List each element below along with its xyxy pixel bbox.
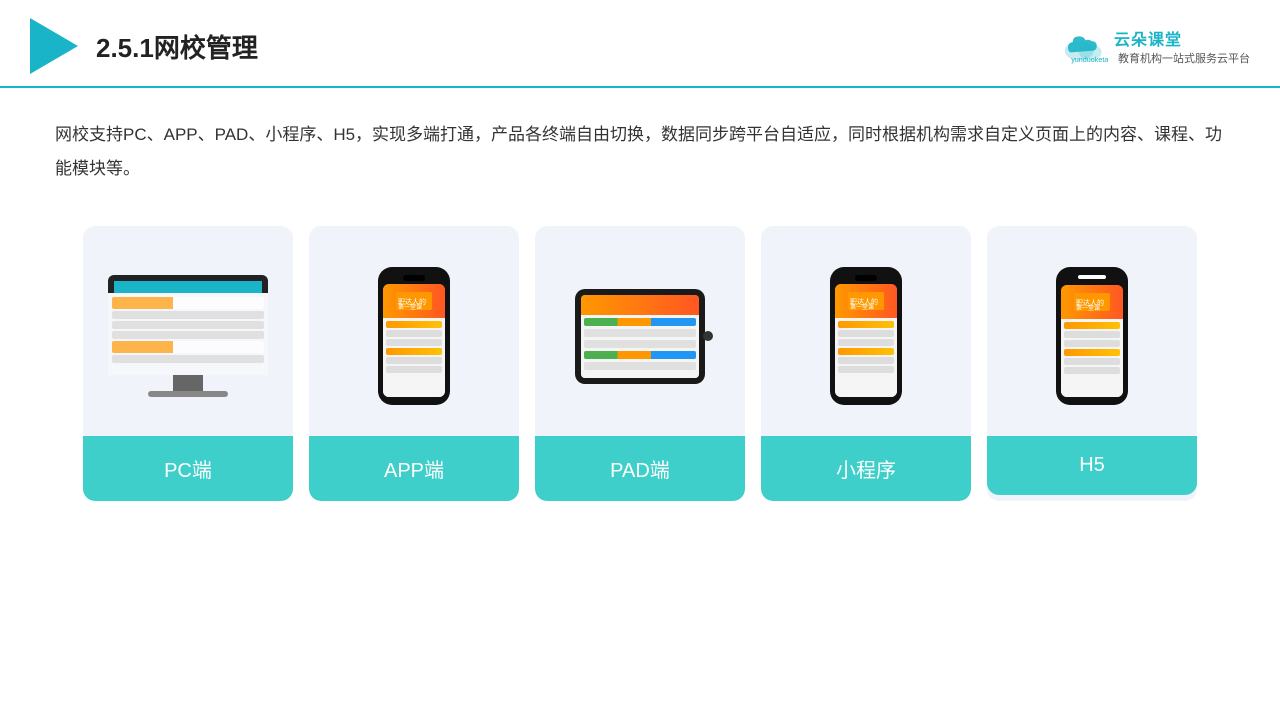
h5-notch-bar xyxy=(1078,275,1106,279)
mini-row-5 xyxy=(838,357,894,364)
card-h5: 职达人的 第一堂课 xyxy=(987,226,1197,501)
phone-row-3 xyxy=(386,339,442,346)
phone-screen-top-app: 职达人的 第一堂课 xyxy=(383,284,445,318)
pc-row-1 xyxy=(112,297,264,309)
card-app-image: 职达人的 第一堂课 xyxy=(309,226,519,436)
phone-mockup-h5: 职达人的 第一堂课 xyxy=(1056,267,1128,405)
pc-monitor xyxy=(108,275,268,375)
brand-slogan: 教育机构一站式服务云平台 xyxy=(1118,50,1250,66)
pc-row-6 xyxy=(112,355,264,363)
phone-screen-top-mini: 职达人的 第一堂课 xyxy=(835,284,897,318)
pc-row-4 xyxy=(112,331,264,339)
pc-screen xyxy=(114,281,262,369)
phone-screen-top-h5: 职达人的 第一堂课 xyxy=(1061,285,1123,319)
phone-row-1 xyxy=(386,321,442,328)
tablet-row-4 xyxy=(584,351,696,359)
phone-row-5 xyxy=(386,357,442,364)
tablet-screen-top xyxy=(581,295,699,316)
phone-row-6 xyxy=(386,366,442,373)
svg-text:第一堂课: 第一堂课 xyxy=(398,303,422,310)
svg-text:第一堂课: 第一堂课 xyxy=(1076,304,1100,311)
phone-screen-app: 职达人的 第一堂课 xyxy=(383,284,445,397)
phone-screen-mini: 职达人的 第一堂课 xyxy=(835,284,897,397)
phone-banner-mini: 职达人的 第一堂课 xyxy=(848,292,884,310)
pc-row-3 xyxy=(112,321,264,329)
phone-banner-app: 职达人的 第一堂课 xyxy=(396,292,432,310)
phone-screen-content-app xyxy=(383,318,445,397)
h5-row-1 xyxy=(1064,322,1120,329)
card-pad: PAD端 xyxy=(535,226,745,501)
phone-screen-content-h5 xyxy=(1061,319,1123,397)
h5-row-3 xyxy=(1064,340,1120,347)
description-text: 网校支持PC、APP、PAD、小程序、H5，实现多端打通，产品各终端自由切换，数… xyxy=(0,88,1280,196)
h5-phone-body: 职达人的 第一堂课 xyxy=(1056,267,1128,405)
card-mini: 职达人的 第一堂课 xyxy=(761,226,971,501)
h5-row-5 xyxy=(1064,358,1120,365)
tablet-mockup xyxy=(575,289,705,384)
card-mini-label: 小程序 xyxy=(761,436,971,501)
h5-row-6 xyxy=(1064,367,1120,374)
mini-row-1 xyxy=(838,321,894,328)
mini-phone-body: 职达人的 第一堂课 xyxy=(830,267,902,405)
mini-row-2 xyxy=(838,330,894,337)
mini-row-4 xyxy=(838,348,894,355)
svg-text:第一堂课: 第一堂课 xyxy=(850,303,874,310)
header-left: 2.5.1网校管理 xyxy=(30,18,258,74)
page-title: 2.5.1网校管理 xyxy=(96,28,258,65)
h5-row-4 xyxy=(1064,349,1120,356)
phone-screen-h5: 职达人的 第一堂课 xyxy=(1061,285,1123,397)
tablet-home-btn xyxy=(703,331,713,341)
mini-row-3 xyxy=(838,339,894,346)
logo-icon xyxy=(30,18,78,74)
tablet-row-2 xyxy=(584,329,696,337)
card-pad-label: PAD端 xyxy=(535,436,745,501)
tablet-body xyxy=(575,289,705,384)
card-h5-image: 职达人的 第一堂课 xyxy=(987,226,1197,436)
card-pad-image xyxy=(535,226,745,436)
brand-text: 云朵课堂 教育机构一站式服务云平台 xyxy=(1114,26,1250,66)
card-h5-label: H5 xyxy=(987,436,1197,495)
card-app-label: APP端 xyxy=(309,436,519,501)
pc-row-5 xyxy=(112,341,264,353)
pc-mockup xyxy=(108,275,268,397)
mini-row-6 xyxy=(838,366,894,373)
card-pc: PC端 xyxy=(83,226,293,501)
tablet-row-1 xyxy=(584,318,696,326)
pc-screen-content xyxy=(108,293,268,375)
phone-mockup-mini: 职达人的 第一堂课 xyxy=(830,267,902,405)
brand-name: 云朵课堂 xyxy=(1114,26,1182,50)
pc-row-2 xyxy=(112,311,264,319)
tablet-screen-body xyxy=(581,315,699,377)
h5-row-2 xyxy=(1064,331,1120,338)
pc-stand xyxy=(173,375,203,391)
svg-text:yunduoketang.com: yunduoketang.com xyxy=(1071,55,1108,64)
card-mini-image: 职达人的 第一堂课 xyxy=(761,226,971,436)
phone-mockup-app: 职达人的 第一堂课 xyxy=(378,267,450,405)
cloud-icon: yunduoketang.com xyxy=(1060,28,1108,64)
phone-body-app: 职达人的 第一堂课 xyxy=(378,267,450,405)
tablet-screen xyxy=(581,295,699,378)
card-pc-image xyxy=(83,226,293,436)
phone-row-4 xyxy=(386,348,442,355)
cards-container: PC端 职达人的 第一堂课 xyxy=(0,196,1280,531)
header: 2.5.1网校管理 yunduoketang.com 云朵课堂 教育机构一站式服… xyxy=(0,0,1280,88)
pc-base xyxy=(148,391,228,397)
card-app: 职达人的 第一堂课 xyxy=(309,226,519,501)
phone-banner-h5: 职达人的 第一堂课 xyxy=(1074,293,1110,311)
brand-logo: yunduoketang.com 云朵课堂 教育机构一站式服务云平台 xyxy=(1060,26,1250,66)
tablet-row-5 xyxy=(584,362,696,370)
phone-row-2 xyxy=(386,330,442,337)
card-pc-label: PC端 xyxy=(83,436,293,501)
phone-notch-app xyxy=(403,275,425,281)
header-right: yunduoketang.com 云朵课堂 教育机构一站式服务云平台 xyxy=(1060,26,1250,66)
phone-screen-content-mini xyxy=(835,318,897,397)
tablet-row-3 xyxy=(584,340,696,348)
phone-notch-mini xyxy=(855,275,877,281)
